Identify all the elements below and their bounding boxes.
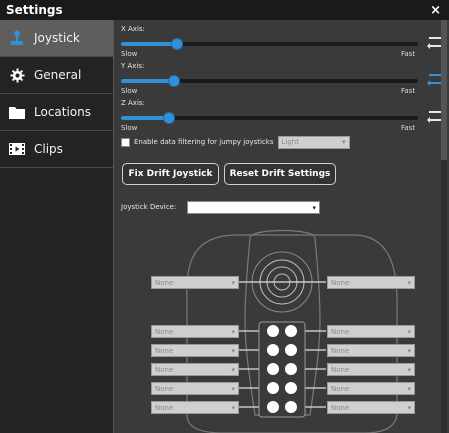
select-value: None <box>155 365 174 374</box>
fast-label: Fast <box>401 87 416 95</box>
chevron-down-icon: ▾ <box>407 346 411 355</box>
close-button[interactable]: × <box>430 3 441 18</box>
right-button-select[interactable]: None ▾ <box>327 344 415 357</box>
scrollbar[interactable] <box>441 20 447 433</box>
fix-drift-button[interactable]: Fix Drift Joystick <box>122 163 219 185</box>
joystick-device-label: Joystick Device: <box>121 203 177 211</box>
chevron-down-icon: ▾ <box>231 278 235 287</box>
select-value: None <box>331 403 350 412</box>
slider-fill <box>121 116 169 120</box>
slider-thumb[interactable] <box>168 75 181 87</box>
y-axis-label: Y Axis: <box>121 62 145 70</box>
chevron-down-icon: ▾ <box>312 203 316 212</box>
connector-lines <box>238 281 326 408</box>
slider-thumb[interactable] <box>171 38 184 50</box>
filter-row: Enable data filtering for jumpy joystick… <box>121 135 350 149</box>
chevron-down-icon: ▾ <box>231 327 235 336</box>
chevron-down-icon: ▾ <box>407 384 411 393</box>
sidebar-item-locations[interactable]: Locations <box>0 94 113 131</box>
sidebar-item-label: Joystick <box>34 31 80 45</box>
sidebar-item-label: General <box>34 68 82 82</box>
scrollbar-thumb[interactable] <box>441 20 447 160</box>
joystick-device-select[interactable]: ▾ <box>187 201 320 214</box>
gear-icon <box>9 67 25 83</box>
title-bar: Settings × <box>0 0 449 20</box>
left-button-select[interactable]: None ▾ <box>151 401 239 414</box>
stick-outline <box>244 229 321 416</box>
chevron-down-icon: ▾ <box>407 403 411 412</box>
select-value: None <box>155 403 174 412</box>
select-value: None <box>331 365 350 374</box>
joystick-icon <box>9 30 25 46</box>
slider-fill <box>121 42 178 46</box>
chevron-down-icon: ▾ <box>407 327 411 336</box>
select-value: None <box>155 384 174 393</box>
filter-level-select: Light ▾ <box>277 135 350 149</box>
sidebar-item-label: Locations <box>34 105 92 119</box>
filter-checkbox-label: Enable data filtering for jumpy joystick… <box>134 138 274 146</box>
z-axis-label: Z Axis: <box>121 99 145 107</box>
y-axis-slider[interactable] <box>121 75 418 87</box>
stick-right-select[interactable]: None ▾ <box>327 276 415 289</box>
sidebar-item-general[interactable]: General <box>0 57 113 94</box>
x-axis-label: X Axis: <box>121 25 145 33</box>
right-button-select[interactable]: None ▾ <box>327 401 415 414</box>
left-button-select[interactable]: None ▾ <box>151 382 239 395</box>
fast-label: Fast <box>401 124 416 132</box>
select-value: None <box>331 278 350 287</box>
hat-switch <box>251 251 313 313</box>
select-value: None <box>155 346 174 355</box>
right-button-select[interactable]: None ▾ <box>327 363 415 376</box>
window-title: Settings <box>6 3 63 17</box>
chevron-down-icon: ▾ <box>231 365 235 374</box>
folder-icon <box>9 104 25 120</box>
sidebar: Joystick General Locations Clips <box>0 20 114 433</box>
x-axis-control: X Axis: Slow Fast <box>121 25 445 61</box>
fast-label: Fast <box>401 50 416 58</box>
chevron-down-icon: ▾ <box>231 403 235 412</box>
select-value: None <box>155 278 174 287</box>
joystick-buttons <box>267 325 297 413</box>
sidebar-item-clips[interactable]: Clips <box>0 131 113 168</box>
button-panel <box>258 321 306 418</box>
left-button-select[interactable]: None ▾ <box>151 325 239 338</box>
slow-label: Slow <box>121 124 138 132</box>
chevron-down-icon: ▾ <box>407 278 411 287</box>
z-axis-control: Z Axis: Slow Fast <box>121 99 445 135</box>
select-value: None <box>331 384 350 393</box>
sidebar-item-joystick[interactable]: Joystick <box>0 20 113 57</box>
y-axis-control: Y Axis: Slow Fast <box>121 62 445 98</box>
select-value: None <box>331 327 350 336</box>
stick-left-select[interactable]: None ▾ <box>151 276 239 289</box>
reset-drift-button[interactable]: Reset Drift Settings <box>224 163 336 185</box>
chevron-down-icon: ▾ <box>407 365 411 374</box>
slider-fill <box>121 79 175 83</box>
filter-level-value: Light <box>281 138 299 146</box>
right-button-select[interactable]: None ▾ <box>327 382 415 395</box>
slow-label: Slow <box>121 50 138 58</box>
chevron-down-icon: ▾ <box>342 138 346 146</box>
joystick-settings-panel: X Axis: Slow Fast Y Axis: Slow Fast Z Ax… <box>115 20 449 433</box>
x-axis-slider[interactable] <box>121 38 418 50</box>
right-button-select[interactable]: None ▾ <box>327 325 415 338</box>
slider-thumb[interactable] <box>162 112 175 124</box>
slow-label: Slow <box>121 87 138 95</box>
sidebar-item-label: Clips <box>34 142 63 156</box>
filter-checkbox[interactable] <box>121 137 130 147</box>
left-button-select[interactable]: None ▾ <box>151 344 239 357</box>
chevron-down-icon: ▾ <box>231 346 235 355</box>
chevron-down-icon: ▾ <box>231 384 235 393</box>
clip-icon <box>9 141 25 157</box>
select-value: None <box>331 346 350 355</box>
z-axis-slider[interactable] <box>121 112 418 124</box>
left-button-select[interactable]: None ▾ <box>151 363 239 376</box>
select-value: None <box>155 327 174 336</box>
